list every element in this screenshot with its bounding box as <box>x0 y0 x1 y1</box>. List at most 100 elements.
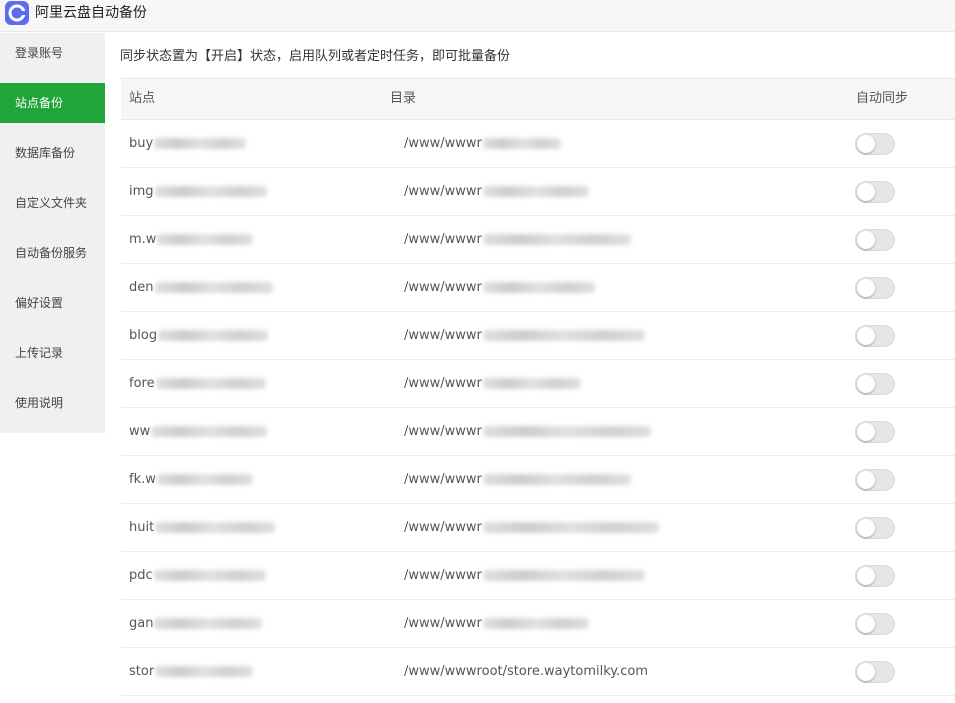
redacted-text <box>482 282 595 293</box>
site-name: stor <box>129 664 155 679</box>
site-cell: buy <box>129 120 247 167</box>
auto-sync-toggle[interactable] <box>855 181 895 203</box>
column-header-auto-sync: 自动同步 <box>856 91 909 106</box>
site-cell: m.w <box>129 216 254 263</box>
redacted-text <box>482 522 659 533</box>
toggle-knob <box>857 567 875 585</box>
table-row: buy/www/wwwr <box>121 120 955 168</box>
site-cell: stor <box>129 648 254 695</box>
directory-cell: /www/wwwr <box>404 600 589 647</box>
site-cell: huit <box>129 504 276 551</box>
directory-cell: /www/wwwr <box>404 120 561 167</box>
auto-sync-toggle[interactable] <box>855 133 895 155</box>
redacted-text <box>157 234 254 245</box>
site-name: huit <box>129 520 155 535</box>
table-row: fk.w/www/wwwr <box>121 456 955 504</box>
auto-sync-toggle[interactable] <box>855 277 895 299</box>
directory-path: /www/wwwr <box>404 232 482 247</box>
redacted-text <box>155 378 266 389</box>
site-name: fore <box>129 376 155 391</box>
directory-cell: /www/wwwr <box>404 216 631 263</box>
directory-path: /www/wwwr <box>404 472 482 487</box>
site-backup-table: 站点 目录 自动同步 buy/www/wwwr img/www/wwwr m.w/w… <box>121 78 955 703</box>
redacted-text <box>155 666 254 677</box>
auto-sync-toggle[interactable] <box>855 613 895 635</box>
auto-sync-toggle[interactable] <box>855 469 895 491</box>
directory-path: /www/wwwr <box>404 280 482 295</box>
table-row: blog/www/wwwr <box>121 312 955 360</box>
table-row: huit/www/wwwr <box>121 504 955 552</box>
site-cell: den <box>129 264 273 311</box>
directory-path: /www/wwwr <box>404 424 482 439</box>
site-name: buy <box>129 136 154 151</box>
toggle-knob <box>857 135 875 153</box>
table-row: ww/www/wwwr <box>121 408 955 456</box>
toggle-knob <box>857 615 875 633</box>
toggle-knob <box>857 471 875 489</box>
redacted-text <box>154 138 247 149</box>
site-name: img <box>129 184 154 199</box>
auto-sync-toggle[interactable] <box>855 229 895 251</box>
table-row: m.w/www/wwwr <box>121 216 955 264</box>
site-cell: pdc <box>129 552 266 599</box>
auto-sync-toggle[interactable] <box>855 565 895 587</box>
redacted-text <box>153 570 266 581</box>
sidebar-item[interactable]: 自动备份服务 <box>0 233 105 273</box>
directory-cell: /www/wwwroot/store.waytomilky.com <box>404 648 648 695</box>
site-name: blog <box>129 328 158 343</box>
toggle-knob <box>857 231 875 249</box>
toggle-knob <box>857 663 875 681</box>
sidebar-item[interactable]: 上传记录 <box>0 333 105 373</box>
redacted-text <box>482 570 645 581</box>
redacted-text <box>158 330 269 341</box>
redacted-text <box>482 138 561 149</box>
redacted-text <box>482 186 589 197</box>
redacted-text <box>154 186 267 197</box>
toggle-knob <box>857 375 875 393</box>
site-cell: blog <box>129 312 269 359</box>
auto-sync-toggle[interactable] <box>855 661 895 683</box>
title-bar: 阿里云盘自动备份 <box>0 0 955 32</box>
site-name: pdc <box>129 568 153 583</box>
aliyun-drive-logo-icon <box>5 1 29 25</box>
table-row: fore/www/wwwr <box>121 360 955 408</box>
sidebar-item[interactable]: 站点备份 <box>0 83 105 123</box>
table-row: pdc/www/wwwr <box>121 552 955 600</box>
directory-path: /www/wwwr <box>404 376 482 391</box>
directory-cell: /www/wwwr <box>404 360 581 407</box>
redacted-text <box>482 426 651 437</box>
auto-sync-toggle[interactable] <box>855 373 895 395</box>
directory-path: /www/wwwr <box>404 184 482 199</box>
sidebar-item[interactable]: 偏好设置 <box>0 283 105 323</box>
sidebar-item[interactable]: 使用说明 <box>0 383 105 423</box>
site-name: fk.w <box>129 472 156 487</box>
table-row: gan/www/wwwr <box>121 600 955 648</box>
redacted-text <box>482 474 631 485</box>
sidebar-item[interactable]: 数据库备份 <box>0 133 105 173</box>
sidebar-item[interactable]: 登录账号 <box>0 33 105 73</box>
table-row: den/www/wwwr <box>121 264 955 312</box>
auto-sync-toggle[interactable] <box>855 421 895 443</box>
sidebar-item[interactable]: 自定义文件夹 <box>0 183 105 223</box>
directory-cell: /www/wwwr <box>404 408 651 455</box>
sync-description: 同步状态置为【开启】状态，启用队列或者定时任务，即可批量备份 <box>120 49 511 64</box>
toggle-knob <box>857 327 875 345</box>
site-cell: fore <box>129 360 266 407</box>
column-header-site: 站点 <box>129 91 156 106</box>
directory-cell: /www/wwwr <box>404 264 595 311</box>
toggle-knob <box>857 279 875 297</box>
directory-cell: /www/wwwr <box>404 552 645 599</box>
auto-sync-toggle[interactable] <box>855 325 895 347</box>
directory-path: /www/wwwr <box>404 520 482 535</box>
redacted-text <box>482 618 589 629</box>
directory-path: /www/wwwr <box>404 328 482 343</box>
redacted-text <box>154 282 273 293</box>
site-cell: gan <box>129 600 263 647</box>
directory-path: /www/wwwr <box>404 616 482 631</box>
directory-path: /www/wwwr <box>404 136 482 151</box>
directory-cell: /www/wwwr <box>404 168 589 215</box>
auto-sync-toggle[interactable] <box>855 517 895 539</box>
redacted-text <box>156 474 253 485</box>
redacted-text <box>154 618 263 629</box>
table-header: 站点 目录 自动同步 <box>121 78 955 120</box>
